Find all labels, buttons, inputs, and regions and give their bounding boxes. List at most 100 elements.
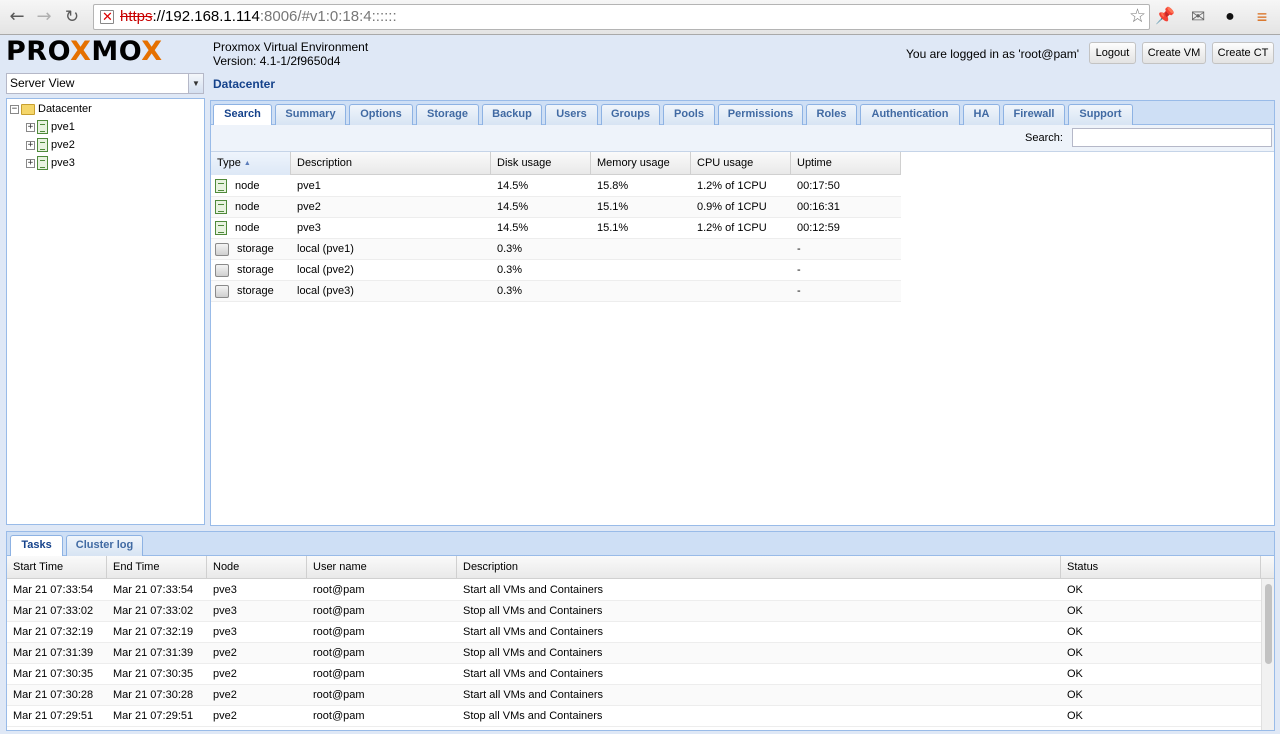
column-header-user-name[interactable]: User name [307, 556, 457, 579]
scrollbar-thumb[interactable] [1265, 584, 1272, 664]
cpu-usage-cell [691, 260, 791, 280]
create-vm-button[interactable]: Create VM [1142, 42, 1206, 64]
expand-icon[interactable]: + [26, 122, 35, 132]
task-description-cell: Stop all VMs and Containers [463, 710, 603, 722]
column-header-memory-usage[interactable]: Memory usage [591, 152, 691, 175]
tree-node-pve1[interactable]: + pve1 [26, 119, 75, 135]
tree-node-pve2[interactable]: + pve2 [26, 137, 75, 153]
resource-row[interactable]: node pve1 14.5% 15.8% 1.2% of 1CPU 00:17:50 [211, 176, 901, 197]
type-cell: node [211, 218, 291, 238]
end-time-cell: Mar 21 07:30:28 [113, 689, 194, 701]
column-header-type[interactable]: Type ▲ [211, 152, 291, 175]
column-header-end-time[interactable]: End Time [107, 556, 207, 579]
tab-roles[interactable]: Roles [806, 104, 857, 125]
expand-icon[interactable]: + [26, 140, 35, 150]
bird-extension-icon[interactable]: ● [1219, 6, 1241, 28]
reload-icon[interactable]: ↻ [61, 6, 83, 28]
product-version: Version: 4.1-1/2f9650d4 [213, 54, 341, 68]
type-cell: storage [211, 281, 291, 301]
view-selector[interactable]: Server View ▼ [6, 73, 204, 94]
status-cell: OK [1067, 710, 1083, 722]
task-panel: Tasks Cluster log Start Time End Time No… [6, 531, 1275, 731]
task-description-cell: Start all VMs and Containers [463, 626, 604, 638]
tab-pools[interactable]: Pools [663, 104, 715, 125]
user-name-cell: root@pam [313, 647, 365, 659]
logout-button[interactable]: Logout [1089, 42, 1136, 64]
search-input[interactable] [1072, 128, 1272, 147]
storage-icon [215, 263, 229, 277]
end-time-cell: Mar 21 07:33:54 [113, 584, 194, 596]
tab-cluster-log[interactable]: Cluster log [66, 535, 143, 556]
tree-node-label: pve1 [51, 121, 75, 133]
url-separator: :// [152, 8, 166, 25]
browser-toolbar: ← → ↻ https://192.168.1.114:8006/#v1:0:1… [0, 0, 1280, 35]
browser-menu-icon[interactable]: ≡ [1251, 6, 1273, 28]
task-row[interactable]: Mar 21 07:32:19 Mar 21 07:32:19 pve3 root@p… [7, 622, 1261, 643]
proxmox-logo: PROXMOX [6, 38, 201, 66]
tab-authentication[interactable]: Authentication [860, 104, 960, 125]
type-label: node [235, 180, 260, 192]
tree-node-datacenter[interactable]: − Datacenter [10, 101, 92, 117]
pin-extension-icon[interactable]: 📌 [1154, 6, 1176, 28]
status-cell: OK [1067, 605, 1083, 617]
resource-row[interactable]: storage local (pve2) 0.3% - [211, 260, 901, 281]
insecure-connection-icon[interactable] [100, 5, 114, 29]
resource-row[interactable]: node pve2 14.5% 15.1% 0.9% of 1CPU 00:16:31 [211, 197, 901, 218]
create-ct-button[interactable]: Create CT [1212, 42, 1274, 64]
resource-row[interactable]: storage local (pve3) 0.3% - [211, 281, 901, 302]
column-header-label: Type [217, 157, 241, 169]
tab-tasks[interactable]: Tasks [10, 535, 63, 557]
back-icon[interactable]: ← [6, 6, 28, 28]
tab-users[interactable]: Users [545, 104, 598, 125]
resource-row[interactable]: storage local (pve1) 0.3% - [211, 239, 901, 260]
type-cell: storage [211, 260, 291, 280]
resource-row[interactable]: node pve3 14.5% 15.1% 1.2% of 1CPU 00:12:59 [211, 218, 901, 239]
tab-summary[interactable]: Summary [275, 104, 346, 125]
column-header-disk-usage[interactable]: Disk usage [491, 152, 591, 175]
task-row[interactable]: Mar 21 07:29:51 Mar 21 07:29:51 pve2 root@p… [7, 706, 1261, 727]
tree-node-label: pve2 [51, 139, 75, 151]
bookmark-star-icon[interactable]: ☆ [1129, 5, 1146, 29]
tab-backup[interactable]: Backup [482, 104, 542, 125]
view-selector-value: Server View [10, 76, 75, 90]
task-row[interactable]: Mar 21 07:30:28 Mar 21 07:30:28 pve2 root@p… [7, 685, 1261, 706]
expand-icon[interactable]: + [26, 158, 35, 168]
column-header-uptime[interactable]: Uptime [791, 152, 901, 175]
task-row[interactable]: Mar 21 07:33:54 Mar 21 07:33:54 pve3 root@p… [7, 580, 1261, 601]
chevron-down-icon[interactable]: ▼ [188, 74, 203, 93]
tab-storage[interactable]: Storage [416, 104, 479, 125]
tab-support[interactable]: Support [1068, 104, 1133, 125]
tab-groups[interactable]: Groups [601, 104, 660, 125]
type-label: node [235, 222, 260, 234]
tab-permissions[interactable]: Permissions [718, 104, 803, 125]
logo-text-mo: MO [91, 36, 142, 67]
status-cell: OK [1067, 689, 1083, 701]
task-row[interactable]: Mar 21 07:33:02 Mar 21 07:33:02 pve3 root@p… [7, 601, 1261, 622]
address-bar[interactable]: https://192.168.1.114:8006/#v1:0:18:4:::… [93, 4, 1150, 30]
type-label: storage [237, 264, 274, 276]
collapse-icon[interactable]: − [10, 104, 19, 114]
tree-node-pve3[interactable]: + pve3 [26, 155, 75, 171]
tab-options[interactable]: Options [349, 104, 413, 125]
type-cell: storage [211, 239, 291, 259]
column-header-status[interactable]: Status [1061, 556, 1261, 579]
node-icon [215, 221, 227, 236]
column-header-node[interactable]: Node [207, 556, 307, 579]
url-scheme: https [120, 8, 153, 25]
column-header-start-time[interactable]: Start Time [7, 556, 107, 579]
tab-firewall[interactable]: Firewall [1003, 104, 1065, 125]
tab-ha[interactable]: HA [963, 104, 1000, 125]
column-header-cpu-usage[interactable]: CPU usage [691, 152, 791, 175]
mail-icon[interactable]: ✉ [1187, 6, 1209, 28]
cpu-usage-cell [691, 281, 791, 301]
forward-icon[interactable]: → [33, 6, 55, 28]
task-scrollbar[interactable] [1261, 579, 1274, 730]
task-row[interactable]: Mar 21 07:31:39 Mar 21 07:31:39 pve2 root@p… [7, 643, 1261, 664]
tab-search[interactable]: Search [213, 104, 272, 126]
task-row[interactable]: Mar 21 07:30:35 Mar 21 07:30:35 pve2 root@p… [7, 664, 1261, 685]
login-status: You are logged in as 'root@pam' [906, 47, 1080, 61]
task-description-cell: Start all VMs and Containers [463, 584, 604, 596]
type-cell: node [211, 197, 291, 217]
column-header-task-description[interactable]: Description [457, 556, 1061, 579]
column-header-description[interactable]: Description [291, 152, 491, 175]
